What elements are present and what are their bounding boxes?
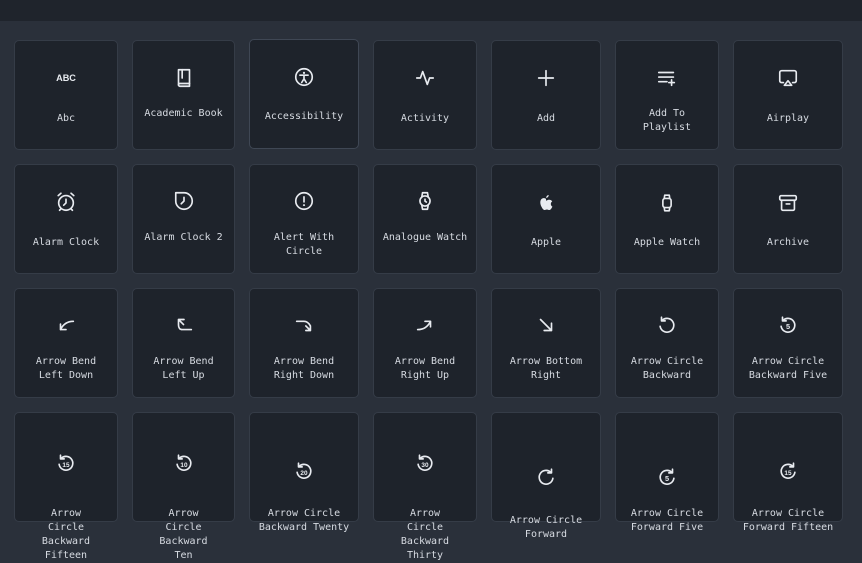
icon-label: Abc <box>56 113 76 124</box>
arrow-circle-forward-icon <box>492 464 600 490</box>
icon-label: Arrow Circle Backward Fifteen <box>41 508 91 561</box>
icon-label: Arrow Circle Backward Five <box>748 356 828 381</box>
icon-tile[interactable]: 10 Arrow Circle Backward Ten <box>132 412 235 561</box>
arrow-circle-backward-ten-icon: 10 <box>133 450 234 476</box>
icon-tile[interactable]: Arrow Bend Right Down <box>249 288 359 398</box>
icon-label: Alarm Clock 2 <box>144 232 223 243</box>
icon-label: Arrow Circle Backward Twenty <box>258 508 350 533</box>
icon-tile[interactable]: Alarm Clock <box>14 164 118 274</box>
icon-tile[interactable]: Arrow Bend Right Up <box>373 288 477 398</box>
arrow-bottom-right-icon <box>492 312 600 338</box>
icon-tile[interactable]: Activity <box>373 40 477 150</box>
icon-tile[interactable]: 5 Arrow Circle Forward Five <box>615 412 719 533</box>
apple-watch-icon <box>616 190 718 216</box>
svg-text:ABC: ABC <box>56 73 76 83</box>
accessibility-icon <box>250 64 358 90</box>
icon-tile[interactable]: Academic Book <box>132 40 235 150</box>
icon-tile[interactable]: Apple <box>491 164 601 274</box>
arrow-circle-backward-fifteen-icon: 15 <box>15 450 117 476</box>
icon-label: Analogue Watch <box>382 232 468 243</box>
icon-label: Arrow Bend Right Down <box>273 356 335 381</box>
icon-tile[interactable]: 20 Arrow Circle Backward Twenty <box>249 412 359 533</box>
icon-label: Airplay <box>766 113 810 124</box>
icon-label: Arrow Circle Forward <box>509 515 583 540</box>
icon-tile[interactable]: Analogue Watch <box>373 164 477 274</box>
icon-label: Accessibility <box>264 111 344 122</box>
icon-label: Arrow Bottom Right <box>509 356 583 381</box>
icon-grid: ABC Abc Academic Book Accessibility Activity… <box>0 0 862 561</box>
icon-tile[interactable]: Airplay <box>733 40 843 150</box>
icon-label: Alert With Circle <box>273 232 335 257</box>
icon-label: Arrow Bend Left Down <box>35 356 97 381</box>
icon-tile[interactable]: Arrow Bend Left Up <box>132 288 235 398</box>
icon-label: Arrow Circle Forward Five <box>630 508 704 533</box>
svg-text:15: 15 <box>784 470 792 477</box>
icon-label: Arrow Circle Forward Fifteen <box>742 508 834 533</box>
icon-label: Academic Book <box>144 108 223 119</box>
abc-icon: ABC <box>15 65 117 91</box>
icon-label: Apple Watch <box>633 237 701 248</box>
icon-label: Archive <box>766 237 810 248</box>
icon-label: Alarm Clock <box>32 237 100 248</box>
arrow-bend-left-up-icon <box>133 312 234 338</box>
svg-text:5: 5 <box>665 474 669 483</box>
analogue-watch-icon <box>374 188 476 214</box>
icon-tile[interactable]: Alert With Circle <box>249 164 359 274</box>
archive-icon <box>734 190 842 216</box>
svg-text:15: 15 <box>62 462 70 469</box>
add-to-playlist-icon <box>616 65 718 91</box>
arrow-circle-backward-thirty-icon: 30 <box>374 450 476 476</box>
arrow-bend-right-down-icon <box>250 312 358 338</box>
icon-label: Arrow Bend Left Up <box>153 356 214 381</box>
icon-tile[interactable]: Arrow Bend Left Down <box>14 288 118 398</box>
icon-tile[interactable]: Apple Watch <box>615 164 719 274</box>
alarm-clock-icon <box>15 189 117 215</box>
icon-tile[interactable]: Add To Playlist <box>615 40 719 150</box>
icon-tile[interactable]: 15 Arrow Circle Forward Fifteen <box>733 412 843 533</box>
icon-tile[interactable]: Arrow Circle Backward <box>615 288 719 398</box>
icon-label: Arrow Circle Backward <box>630 356 704 381</box>
arrow-circle-forward-fifteen-icon: 15 <box>734 458 842 484</box>
icon-tile[interactable]: Alarm Clock 2 <box>132 164 235 274</box>
icon-tile[interactable]: Arrow Bottom Right <box>491 288 601 398</box>
svg-text:5: 5 <box>786 322 790 331</box>
icon-tile[interactable]: Accessibility <box>249 39 359 149</box>
icon-tile[interactable]: Archive <box>733 164 843 274</box>
alert-with-circle-icon <box>250 188 358 214</box>
icon-tile[interactable]: Add <box>491 40 601 150</box>
icon-label: Arrow Circle Backward Ten <box>159 508 208 561</box>
add-icon <box>492 65 600 91</box>
icon-label: Add To Playlist <box>642 108 692 133</box>
arrow-circle-backward-five-icon: 5 <box>734 312 842 338</box>
icon-label: Add <box>536 113 556 124</box>
svg-text:10: 10 <box>180 462 188 469</box>
airplay-icon <box>734 65 842 91</box>
alarm-clock-2-icon <box>133 188 234 214</box>
arrow-bend-right-up-icon <box>374 312 476 338</box>
arrow-circle-backward-twenty-icon: 20 <box>250 458 358 484</box>
arrow-circle-forward-five-icon: 5 <box>616 464 718 490</box>
icon-label: Activity <box>400 113 450 124</box>
icon-tile[interactable]: 15 Arrow Circle Backward Fifteen <box>14 412 118 561</box>
activity-icon <box>374 65 476 91</box>
icon-tile[interactable]: ABC Abc <box>14 40 118 150</box>
svg-text:30: 30 <box>421 462 429 469</box>
icon-label: Arrow Circle Backward Thirty <box>400 508 450 561</box>
apple-icon <box>492 190 600 216</box>
svg-text:20: 20 <box>300 470 308 477</box>
arrow-circle-backward-icon <box>616 312 718 338</box>
icon-tile[interactable]: 30 Arrow Circle Backward Thirty <box>373 412 477 561</box>
icon-label: Apple <box>530 237 562 248</box>
icon-label: Arrow Bend Right Up <box>394 356 456 381</box>
icon-tile[interactable]: Arrow Circle Forward <box>491 412 601 540</box>
icon-tile[interactable]: 5 Arrow Circle Backward Five <box>733 288 843 398</box>
arrow-bend-left-down-icon <box>15 312 117 338</box>
academic-book-icon <box>133 65 234 91</box>
